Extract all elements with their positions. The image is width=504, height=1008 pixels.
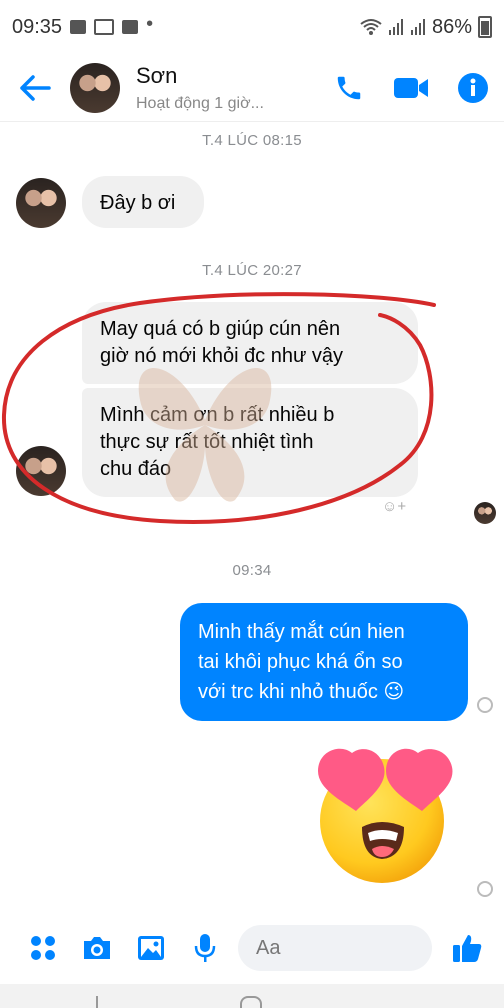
contact-avatar[interactable] xyxy=(70,62,120,113)
outgoing-text-line-3: với trc khi nhỏ thuốc 😉 xyxy=(198,681,405,703)
notification-message-icon-2 xyxy=(122,20,139,34)
contact-name: Sơn xyxy=(136,62,178,88)
like-button[interactable] xyxy=(440,924,494,972)
status-bar: 09:35 • 86% xyxy=(0,0,504,54)
notification-image-icon xyxy=(94,19,115,35)
conversation-header: Sơn Hoạt động 1 giờ... xyxy=(0,54,504,122)
call-button[interactable] xyxy=(318,54,380,122)
sender-avatar-1[interactable] xyxy=(16,178,66,228)
notification-message-icon xyxy=(70,20,87,34)
info-button[interactable] xyxy=(442,54,504,122)
add-reaction-button[interactable]: ☺+ xyxy=(382,498,406,515)
signal-icon xyxy=(388,19,403,35)
read-receipt-avatar xyxy=(474,502,496,524)
camera-button[interactable] xyxy=(70,924,124,972)
seen-check-icon xyxy=(477,697,493,713)
timestamp-2: T.4 LÚC 20:27 xyxy=(202,262,302,279)
back-button[interactable] xyxy=(0,54,70,122)
timestamp-1: T.4 LÚC 08:15 xyxy=(202,132,302,149)
timestamp-3: 09:34 xyxy=(232,562,272,579)
image-icon xyxy=(138,936,164,960)
home-nav-button[interactable] xyxy=(240,996,262,1008)
contact-status: Hoạt động 1 giờ... xyxy=(136,94,264,112)
microphone-icon xyxy=(194,934,216,962)
apps-button[interactable] xyxy=(16,924,70,972)
info-icon xyxy=(458,72,488,103)
gallery-button[interactable] xyxy=(124,924,178,972)
signal-icon-2 xyxy=(410,19,425,35)
phone-icon xyxy=(337,76,361,99)
wifi-icon xyxy=(360,19,382,35)
voice-button[interactable] xyxy=(178,924,232,972)
heart-eyes-emoji-icon[interactable] xyxy=(312,745,458,885)
more-notifications-icon: • xyxy=(146,13,154,35)
apps-icon xyxy=(31,936,55,960)
video-camera-icon xyxy=(394,77,428,98)
system-navigation-bar xyxy=(0,984,504,1008)
video-call-button[interactable] xyxy=(380,54,442,122)
red-annotation-circle xyxy=(1,292,436,524)
outgoing-message-bubble[interactable]: Minh thấy mắt cún hien tai khôi phục khá… xyxy=(180,603,468,721)
camera-icon xyxy=(84,937,110,959)
thumbs-up-icon xyxy=(453,935,482,962)
seen-check-icon-2 xyxy=(477,881,493,897)
battery-icon xyxy=(478,16,492,38)
back-arrow-icon xyxy=(20,74,51,101)
battery-percent: 86% xyxy=(431,15,472,38)
contact-info[interactable]: Sơn Hoạt động 1 giờ... xyxy=(136,63,318,113)
recent-apps-nav-button[interactable] xyxy=(96,996,98,1008)
outgoing-text-line-2: tai khôi phục khá ổn so xyxy=(198,651,403,673)
outgoing-text-line-1: Minh thấy mắt cún hien xyxy=(198,621,405,643)
message-bubble-1[interactable]: Đây b ơi xyxy=(82,176,204,228)
status-time: 09:35 xyxy=(12,15,63,38)
message-composer xyxy=(0,918,504,978)
message-input-container xyxy=(238,925,504,971)
message-text-1: Đây b ơi xyxy=(100,192,176,214)
